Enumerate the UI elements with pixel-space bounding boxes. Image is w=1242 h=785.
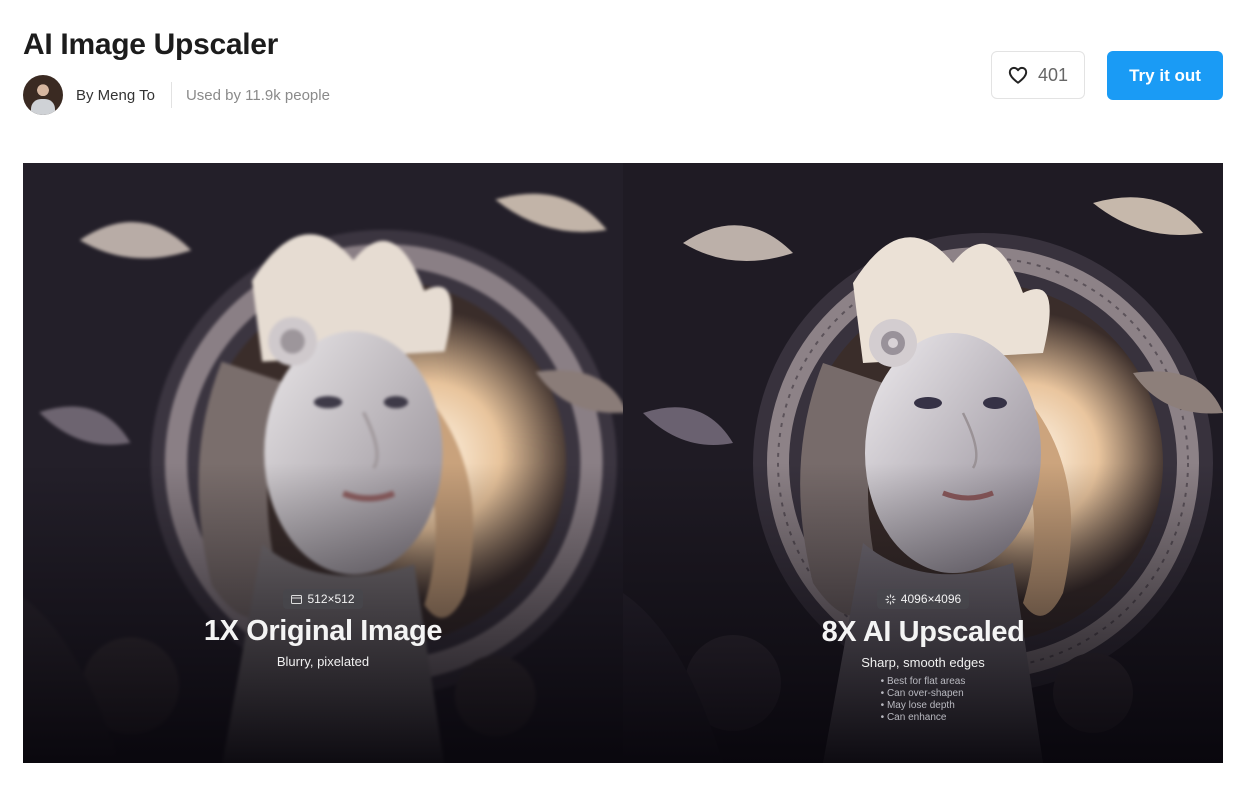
badge-text: 4096×4096: [900, 592, 962, 606]
sparkle-icon: [885, 593, 896, 605]
author-name[interactable]: By Meng To: [76, 87, 155, 104]
comparison-image: 512×512 1X Original Image Blurry, pixela…: [23, 163, 1223, 763]
upscaled-subtitle: Sharp, smooth edges: [861, 654, 985, 670]
upscaled-caption: 4096×4096 8X AI Upscaled Sharp, smooth e…: [623, 589, 1223, 725]
original-heading: 1X Original Image: [203, 615, 443, 647]
avatar[interactable]: [23, 75, 63, 115]
like-count: 401: [1037, 64, 1069, 85]
divider: [170, 82, 172, 108]
feature-item: Can over-shapen: [881, 688, 966, 700]
like-button[interactable]: 401: [991, 51, 1085, 99]
feature-item: Can enhance: [881, 712, 966, 724]
upscaled-heading: 8X AI Upscaled: [821, 615, 1025, 648]
feature-item: Best for flat areas: [881, 676, 965, 688]
author-meta: By Meng To Used by 11.9k people: [23, 75, 330, 115]
heart-icon: [1008, 66, 1028, 84]
feature-list: Best for flat areas Can over-shapen May …: [881, 676, 966, 724]
page-title: AI Image Upscaler: [23, 28, 279, 61]
resolution-badge: 4096×4096: [876, 589, 970, 609]
resolution-badge: 512×512: [283, 589, 363, 609]
original-caption: 512×512 1X Original Image Blurry, pixela…: [23, 589, 623, 669]
feature-item: May lose depth: [881, 700, 966, 712]
original-subtitle: Blurry, pixelated: [276, 654, 370, 669]
image-icon: [291, 594, 303, 604]
try-it-out-button[interactable]: Try it out: [1107, 51, 1223, 100]
original-panel: 512×512 1X Original Image Blurry, pixela…: [23, 163, 623, 763]
upscaled-panel: 4096×4096 8X AI Upscaled Sharp, smooth e…: [623, 163, 1223, 763]
usage-count: Used by 11.9k people: [185, 86, 330, 104]
badge-text: 512×512: [307, 592, 355, 606]
